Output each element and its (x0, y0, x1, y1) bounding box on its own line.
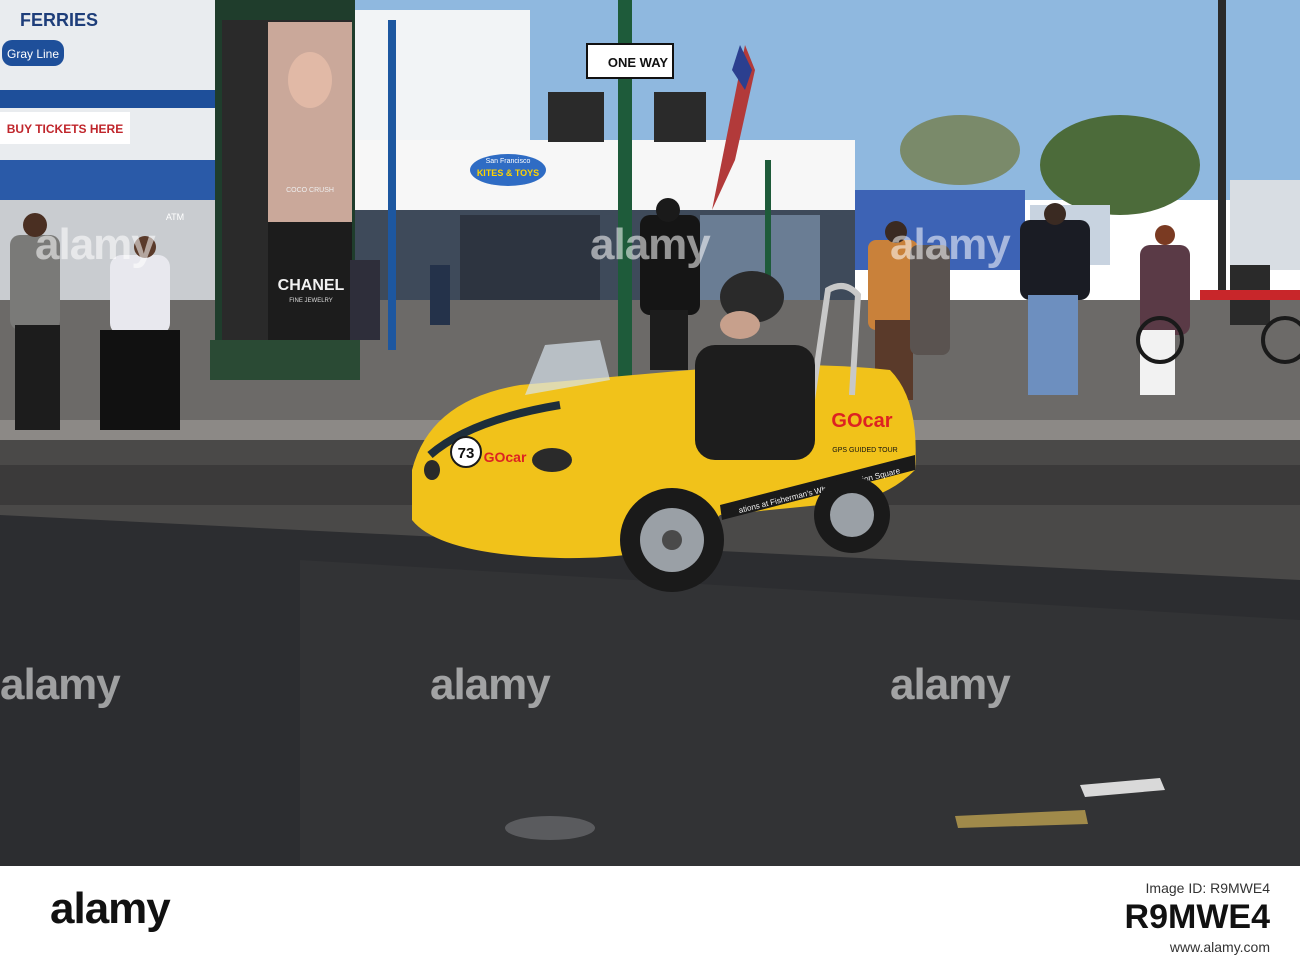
watermark: alamy (890, 660, 1011, 709)
watermark: alamy (430, 660, 551, 709)
image-id: R9MWE4 (1124, 898, 1270, 936)
coco-crush-text: COCO CRUSH (286, 187, 334, 194)
watermark: alamy (890, 220, 1011, 269)
stock-footer: alamy Image ID: R9MWE4 R9MWE4 www.alamy.… (0, 866, 1300, 956)
ferries-sign-text: FERRIES (20, 10, 98, 30)
image-meta: Image ID: R9MWE4 R9MWE4 www.alamy.com (1125, 880, 1270, 955)
image-id-line: Image ID: R9MWE4 (1145, 880, 1270, 896)
san-francisco-sign-text: San Francisco (486, 158, 531, 165)
gocar-tagline: GPS GUIDED TOUR (832, 447, 897, 454)
kites-toys-sign-text: KITES & TOYS (477, 168, 539, 178)
gocar-front-brand: GOcar (484, 449, 527, 465)
street-photo: COCO CRUSH CHANEL FINE JEWELRY ONE WAY F… (0, 0, 1300, 866)
atm-sign-text: ATM (166, 212, 184, 222)
one-way-sign-text: ONE WAY (608, 55, 669, 70)
gocar-number: 73 (458, 445, 475, 462)
watermark: alamy (590, 220, 711, 269)
fine-jewelry-text: FINE JEWELRY (289, 298, 333, 304)
watermark: alamy (35, 220, 156, 269)
gocar-side-brand: GOcar (831, 410, 892, 432)
alamy-logo: alamy (50, 884, 171, 933)
site-url: www.alamy.com (1169, 939, 1270, 955)
buy-tickets-sign-text: BUY TICKETS HERE (7, 122, 123, 136)
gray-line-logo-text: Gray Line (7, 47, 59, 61)
watermark: alamy (0, 660, 121, 709)
chanel-text: CHANEL (278, 277, 345, 294)
